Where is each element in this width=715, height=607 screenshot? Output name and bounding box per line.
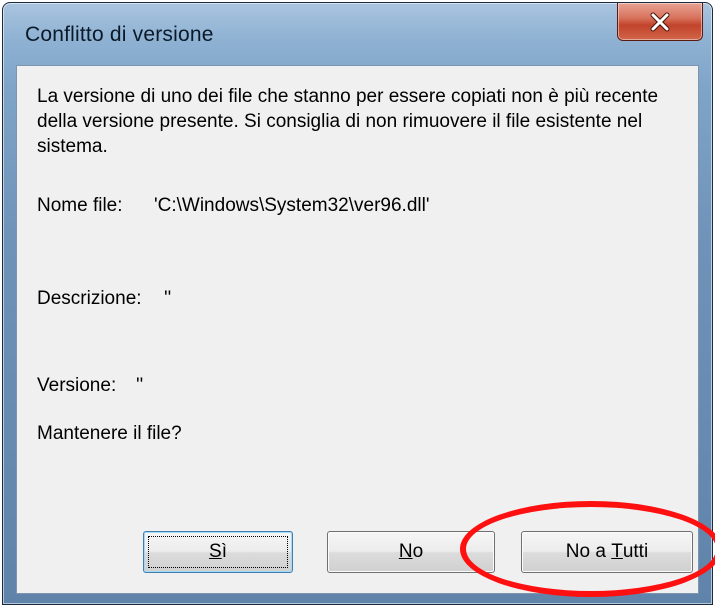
version-label: Versione: <box>37 375 117 396</box>
version-value: '' <box>136 375 144 396</box>
description-label: Descrizione: <box>37 288 142 309</box>
dialog-window: Conflitto di versione La versione di uno… <box>2 2 713 605</box>
close-icon <box>650 12 670 31</box>
title-bar[interactable]: Conflitto di versione <box>3 3 712 67</box>
no-to-all-mnemonic: T <box>611 541 623 562</box>
yes-label-rest: ì <box>221 541 227 562</box>
yes-mnemonic: S <box>209 541 222 562</box>
no-mnemonic: N <box>398 541 413 562</box>
message-text: La versione di uno dei file che stanno p… <box>37 86 659 157</box>
no-button[interactable]: No <box>327 531 495 573</box>
yes-button[interactable]: Sì <box>143 531 293 573</box>
no-to-all-label-rest: utti <box>622 541 649 562</box>
file-name-value: 'C:\Windows\System32\ver96.dll' <box>154 195 430 216</box>
no-to-all-button[interactable]: No a Tutti <box>521 531 693 573</box>
no-to-all-label-prefix: No a <box>565 541 612 562</box>
question-text: Mantenere il file? <box>37 423 182 444</box>
dialog-body: La versione di uno dei file che stanno p… <box>16 65 699 594</box>
screenshot: Conflitto di versione La versione di uno… <box>0 0 715 607</box>
window-title: Conflitto di versione <box>25 23 214 46</box>
file-name-label: Nome file: <box>37 195 123 216</box>
close-button[interactable] <box>617 3 703 41</box>
description-value: '' <box>164 288 172 309</box>
no-label-rest: o <box>412 541 424 562</box>
